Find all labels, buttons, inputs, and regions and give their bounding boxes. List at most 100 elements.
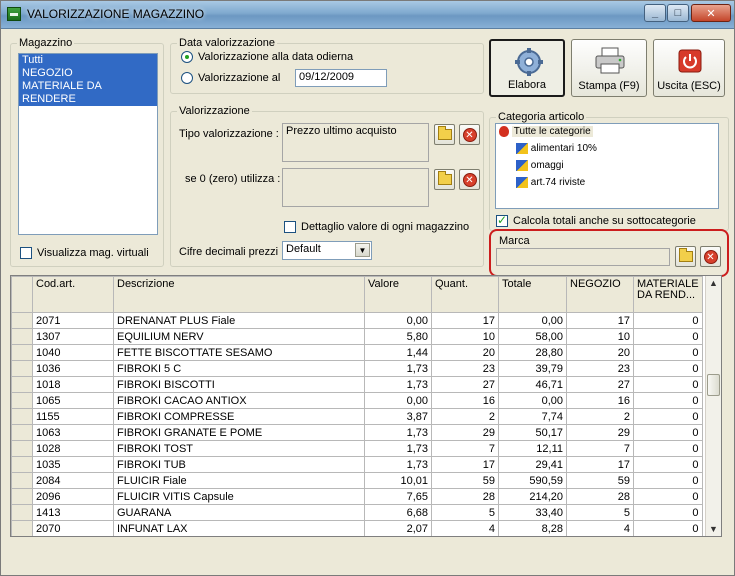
row-indicator[interactable]: [11, 504, 33, 521]
table-cell[interactable]: 17: [566, 312, 634, 329]
table-cell[interactable]: 1065: [32, 392, 114, 409]
table-cell[interactable]: 27: [566, 376, 634, 393]
table-cell[interactable]: 1063: [32, 424, 114, 441]
col-header[interactable]: NEGOZIO: [566, 276, 634, 313]
table-cell[interactable]: 2071: [32, 312, 114, 329]
row-indicator[interactable]: [11, 472, 33, 489]
close-button[interactable]: ✕: [691, 4, 731, 22]
table-cell[interactable]: DRENANAT PLUS Fiale: [113, 312, 365, 329]
table-cell[interactable]: FETTE BISCOTTATE SESAMO: [113, 344, 365, 361]
tipo-field[interactable]: Prezzo ultimo acquisto: [282, 123, 429, 162]
table-row[interactable]: 1063 FIBROKI GRANATE E POME 1,73 29 50,17 29 0: [11, 424, 703, 441]
table-cell[interactable]: 3,87: [364, 408, 432, 425]
table-cell[interactable]: 0: [633, 424, 703, 441]
magazzino-list[interactable]: Tutti NEGOZIO MATERIALE DA RENDERE: [18, 53, 158, 235]
maximize-button[interactable]: □: [667, 4, 689, 22]
table-cell[interactable]: 2096: [32, 488, 114, 505]
table-cell[interactable]: 1,73: [364, 360, 432, 377]
table-cell[interactable]: 20: [431, 344, 499, 361]
scroll-up-icon[interactable]: ▲: [709, 278, 718, 288]
table-cell[interactable]: 29: [566, 424, 634, 441]
table-cell[interactable]: 0: [633, 488, 703, 505]
table-cell[interactable]: 1036: [32, 360, 114, 377]
table-cell[interactable]: 5: [431, 504, 499, 521]
table-cell[interactable]: 4: [566, 520, 634, 536]
table-cell[interactable]: 1,73: [364, 376, 432, 393]
table-cell[interactable]: 1413: [32, 504, 114, 521]
row-indicator[interactable]: [11, 344, 33, 361]
table-cell[interactable]: 10: [566, 328, 634, 345]
table-row[interactable]: 1155 FIBROKI COMPRESSE 3,87 2 7,74 2 0: [11, 408, 703, 425]
table-row[interactable]: 1040 FETTE BISCOTTATE SESAMO 1,44 20 28,80 20…: [11, 344, 703, 361]
table-cell[interactable]: 17: [431, 456, 499, 473]
table-cell[interactable]: FIBROKI 5 C: [113, 360, 365, 377]
list-item[interactable]: Tutti: [19, 54, 157, 67]
table-row[interactable]: 2070 INFUNAT LAX 2,07 4 8,28 4 0: [11, 520, 703, 536]
table-row[interactable]: 1035 FIBROKI TUB 1,73 17 29,41 17 0: [11, 456, 703, 473]
row-indicator[interactable]: [11, 456, 33, 473]
table-row[interactable]: 2071 DRENANAT PLUS Fiale 0,00 17 0,00 17 0: [11, 312, 703, 329]
table-cell[interactable]: 2,07: [364, 520, 432, 536]
table-cell[interactable]: 214,20: [498, 488, 567, 505]
table-cell[interactable]: 0: [633, 504, 703, 521]
tree-item[interactable]: alimentari 10%: [516, 143, 597, 154]
tree-item[interactable]: art.74 riviste: [516, 177, 585, 188]
table-cell[interactable]: FIBROKI BISCOTTI: [113, 376, 365, 393]
table-cell[interactable]: 7,65: [364, 488, 432, 505]
row-indicator[interactable]: [11, 440, 33, 457]
table-cell[interactable]: 28: [431, 488, 499, 505]
list-item[interactable]: MATERIALE DA RENDERE: [19, 80, 157, 106]
zero-browse-button[interactable]: [434, 169, 455, 190]
table-cell[interactable]: 0: [633, 472, 703, 489]
table-cell[interactable]: 0: [633, 328, 703, 345]
table-cell[interactable]: 0: [633, 312, 703, 329]
minimize-button[interactable]: _: [644, 4, 666, 22]
decimali-select[interactable]: Default ▼: [282, 241, 372, 260]
radio-date[interactable]: [181, 72, 193, 84]
tree-root[interactable]: Tutte le categorie: [499, 126, 593, 138]
table-cell[interactable]: 2: [431, 408, 499, 425]
table-cell[interactable]: GUARANA: [113, 504, 365, 521]
table-cell[interactable]: 1035: [32, 456, 114, 473]
table-cell[interactable]: 1155: [32, 408, 114, 425]
row-indicator[interactable]: [11, 488, 33, 505]
table-row[interactable]: 2096 FLUICIR VITIS Capsule 7,65 28 214,20 28 0: [11, 488, 703, 505]
table-cell[interactable]: 12,11: [498, 440, 567, 457]
row-indicator[interactable]: [11, 520, 33, 536]
table-cell[interactable]: 5,80: [364, 328, 432, 345]
virtual-checkbox[interactable]: [20, 247, 32, 259]
table-cell[interactable]: FLUICIR VITIS Capsule: [113, 488, 365, 505]
table-cell[interactable]: 7: [566, 440, 634, 457]
row-indicator[interactable]: [11, 424, 33, 441]
col-header[interactable]: MATERIALE DA REND...: [633, 276, 703, 313]
table-cell[interactable]: 58,00: [498, 328, 567, 345]
table-cell[interactable]: 1028: [32, 440, 114, 457]
chevron-down-icon[interactable]: ▼: [355, 243, 370, 257]
table-cell[interactable]: 59: [431, 472, 499, 489]
table-cell[interactable]: 6,68: [364, 504, 432, 521]
table-row[interactable]: 1307 EQUILIUM NERV 5,80 10 58,00 10 0: [11, 328, 703, 345]
table-cell[interactable]: FIBROKI TUB: [113, 456, 365, 473]
table-cell[interactable]: 0: [633, 344, 703, 361]
table-row[interactable]: 1065 FIBROKI CACAO ANTIOX 0,00 16 0,00 16 0: [11, 392, 703, 409]
row-indicator[interactable]: [11, 376, 33, 393]
list-item[interactable]: NEGOZIO: [19, 67, 157, 80]
categoria-tree[interactable]: Tutte le categorie alimentari 10% omaggi…: [495, 123, 719, 209]
scroll-thumb[interactable]: [707, 374, 720, 396]
radio-today[interactable]: [181, 51, 193, 63]
table-cell[interactable]: INFUNAT LAX: [113, 520, 365, 536]
table-cell[interactable]: 2084: [32, 472, 114, 489]
table-cell[interactable]: 29,41: [498, 456, 567, 473]
table-cell[interactable]: 2070: [32, 520, 114, 536]
col-header[interactable]: Valore: [364, 276, 432, 313]
col-header[interactable]: Cod.art.: [32, 276, 114, 313]
table-cell[interactable]: 1307: [32, 328, 114, 345]
table-cell[interactable]: 7: [431, 440, 499, 457]
table-cell[interactable]: 59: [566, 472, 634, 489]
row-indicator[interactable]: [11, 360, 33, 377]
table-cell[interactable]: 1018: [32, 376, 114, 393]
col-header[interactable]: Descrizione: [113, 276, 365, 313]
table-cell[interactable]: 0,00: [364, 392, 432, 409]
table-cell[interactable]: 23: [431, 360, 499, 377]
row-indicator[interactable]: [11, 408, 33, 425]
